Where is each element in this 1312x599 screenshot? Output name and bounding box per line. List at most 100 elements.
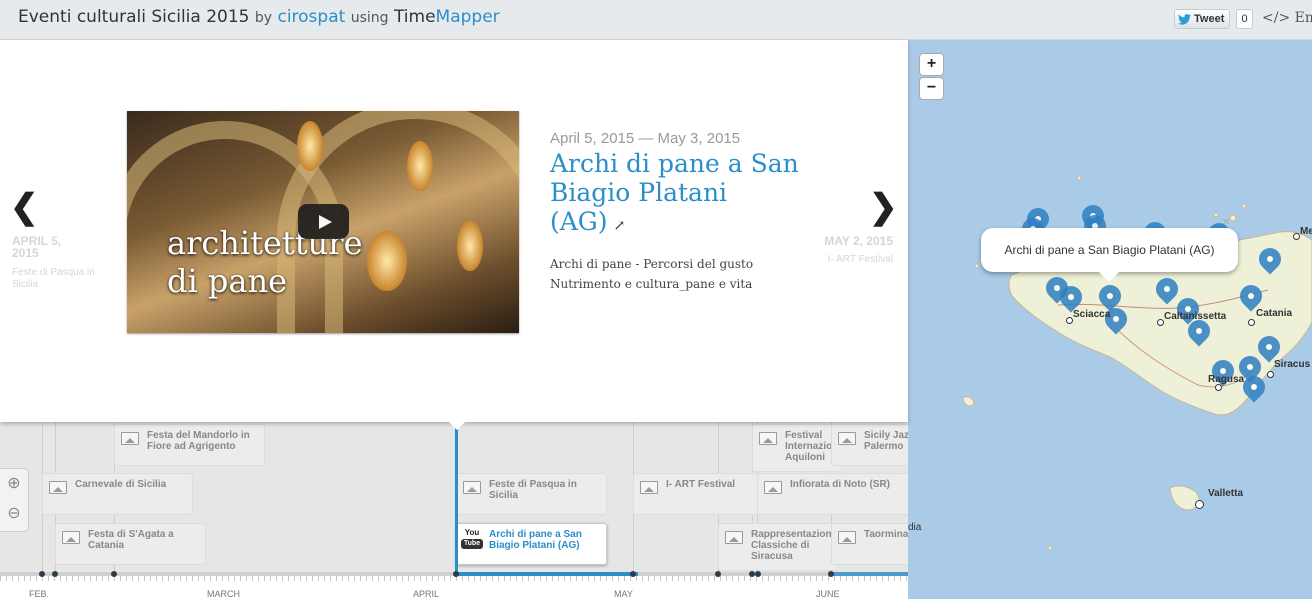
timeline-event-active[interactable]: You Tube Archi di pane a San Biagio Plata… xyxy=(456,523,607,565)
app-name-part2[interactable]: Mapper xyxy=(436,7,500,27)
timeline-event-dot xyxy=(52,571,58,577)
city-dot-icon xyxy=(1157,319,1164,326)
next-slide-title[interactable]: I- ART Festival xyxy=(780,254,893,266)
slide-description: Archi di pane - Percorsi del gusto Nutri… xyxy=(550,254,810,294)
image-icon xyxy=(640,481,658,494)
timeline-event[interactable]: Sicily Jazz Palermo xyxy=(831,424,908,466)
image-icon xyxy=(463,481,481,494)
zoom-in-icon[interactable]: ⊕ xyxy=(0,469,28,499)
city-label-messina: Me xyxy=(1300,226,1312,237)
slide-headline[interactable]: Archi di pane a San Biagio Platani (AG) ↗ xyxy=(550,149,810,241)
timeline-event[interactable]: Infiorata di Noto (SR) xyxy=(757,473,908,515)
city-dot-icon xyxy=(1066,317,1073,324)
image-icon xyxy=(49,481,67,494)
lamp-decoration xyxy=(407,141,433,191)
map-popup: Archi di pane a San Biagio Platani (AG) … xyxy=(981,213,1238,282)
timeline-current-marker xyxy=(455,422,458,574)
timeline-event[interactable]: Feste di Pasqua in Sicilia xyxy=(456,473,607,515)
next-slide-date[interactable]: MAY 2, 2015 xyxy=(800,235,893,247)
image-icon xyxy=(725,531,743,544)
youtube-video[interactable]: architetture di pane xyxy=(127,111,519,333)
image-icon xyxy=(759,432,777,445)
capital-dot-icon xyxy=(1195,500,1204,509)
tweet-label: Tweet xyxy=(1194,13,1225,25)
youtube-you: You xyxy=(464,528,480,537)
using-text: using xyxy=(350,10,389,26)
event-title: Rappresentazioni Classiche di Siracusa xyxy=(751,529,835,562)
timeline-event[interactable]: I- ART Festival xyxy=(633,473,773,515)
timeline-event[interactable]: Festa del Mandorlo in Fiore ad Agrigento xyxy=(114,424,265,466)
event-title: Infiorata di Noto (SR) xyxy=(790,479,890,490)
city-dot-icon xyxy=(1248,319,1255,326)
close-icon[interactable]: × xyxy=(1222,211,1230,231)
top-bar: Eventi culturali Sicilia 2015 by cirospa… xyxy=(0,0,1312,40)
lamp-decoration xyxy=(457,221,483,271)
timeline-zoom-controls: ⊕ ⊖ xyxy=(0,468,29,532)
slide-headline-text[interactable]: Archi di pane a San Biagio Platani (AG) xyxy=(550,149,799,236)
timeline-event-dot xyxy=(828,571,834,577)
event-title: Festa di S'Agata a Catania xyxy=(88,529,174,551)
prev-slide-title[interactable]: Feste di Pasqua in Sicilia xyxy=(12,267,102,291)
tweet-count: 0 xyxy=(1236,9,1253,29)
youtube-icon: You Tube xyxy=(461,528,483,552)
tweet-button[interactable]: Tweet xyxy=(1174,9,1231,29)
timeline-event[interactable]: Rappresentazioni Classiche di Siracusa xyxy=(718,523,838,571)
next-arrow-icon[interactable]: ❯ xyxy=(869,190,898,224)
lamp-decoration xyxy=(297,121,323,171)
author-link[interactable]: cirospat xyxy=(277,7,345,27)
map[interactable]: + − Sciacca Caltanissetta Catania Siracu… xyxy=(908,40,1312,599)
event-title: Feste di Pasqua in Sicilia xyxy=(489,479,577,501)
map-zoom-in-button[interactable]: + xyxy=(919,53,944,76)
city-label-catania: Catania xyxy=(1256,308,1293,319)
city-label-valletta: Valletta xyxy=(1208,488,1244,499)
embed-button[interactable]: </> Emb xyxy=(1262,10,1312,26)
external-link-icon[interactable]: ↗ xyxy=(614,218,626,234)
timeline-event[interactable]: Festival Internazionale Aquiloni xyxy=(752,424,842,472)
image-icon xyxy=(764,481,782,494)
city-label-caltanissetta: Caltanissetta xyxy=(1164,311,1227,322)
city-label-siracusa: Siracus xyxy=(1274,359,1311,370)
event-title: Sicily Jazz Palermo xyxy=(864,430,908,452)
timeline-event-dot xyxy=(630,571,636,577)
map-popup-text: Archi di pane a San Biagio Platani (AG) xyxy=(1004,243,1215,257)
city-dot-icon xyxy=(1215,384,1222,391)
timeline-event[interactable]: Festa di S'Agata a Catania xyxy=(55,523,206,565)
timeline-event-dot xyxy=(39,571,45,577)
axis-label-feb: FEB. xyxy=(29,589,50,599)
image-icon xyxy=(62,531,80,544)
timeline-event[interactable]: Carnevale di Sicilia xyxy=(42,473,193,515)
axis-label-may: MAY xyxy=(614,589,633,599)
map-zoom-out-button[interactable]: − xyxy=(919,77,944,100)
event-title: Taormina xyxy=(864,529,908,540)
slider-pointer xyxy=(448,421,466,430)
event-title: I- ART Festival xyxy=(666,479,736,490)
city-label-ragusa: Ragusa xyxy=(1208,374,1245,385)
slider-panel: ❮ APRIL 5, 2015 Feste di Pasqua in Sicil… xyxy=(0,40,908,430)
play-button-icon[interactable] xyxy=(298,204,349,239)
description-line1: Archi di pane - Percorsi del gusto xyxy=(550,257,754,271)
description-line2: Nutrimento e cultura_pane e vita xyxy=(550,277,753,291)
slide-date-range: April 5, 2015 — May 3, 2015 xyxy=(550,130,741,147)
lamp-decoration xyxy=(367,231,407,291)
twitter-bird-icon xyxy=(1178,13,1191,25)
page-title: Eventi culturali Sicilia 2015 by cirospa… xyxy=(18,7,500,27)
axis-label-apr: APRIL xyxy=(413,589,440,599)
event-title: Festa del Mandorlo in Fiore ad Agrigento xyxy=(147,430,250,452)
event-title: Archi di pane a San Biagio Platani (AG) xyxy=(489,529,582,551)
app-name-part1[interactable]: Time xyxy=(394,7,436,27)
prev-arrow-icon[interactable]: ❮ xyxy=(10,190,39,224)
city-dot-icon xyxy=(1267,371,1274,378)
zoom-out-icon[interactable]: ⊖ xyxy=(0,499,28,529)
timeline-event-dot xyxy=(715,571,721,577)
prev-slide-date[interactable]: APRIL 5, 2015 xyxy=(12,235,82,259)
by-text: by xyxy=(254,10,273,26)
axis-label-mar: MARCH xyxy=(207,589,240,599)
city-dot-icon xyxy=(1293,233,1300,240)
timeline[interactable]: ⊕ ⊖ Festa del Mandorlo in Fiore ad Agrig… xyxy=(0,422,908,599)
timeline-event-dot xyxy=(453,571,459,577)
youtube-tube: Tube xyxy=(461,539,483,549)
city-label-sciacca: Sciacca xyxy=(1073,309,1111,320)
title-text: Eventi culturali Sicilia 2015 xyxy=(18,7,250,27)
timeline-event[interactable]: Taormina xyxy=(831,523,908,565)
timeline-axis: FEB. MARCH APRIL MAY JUNE xyxy=(0,571,908,599)
